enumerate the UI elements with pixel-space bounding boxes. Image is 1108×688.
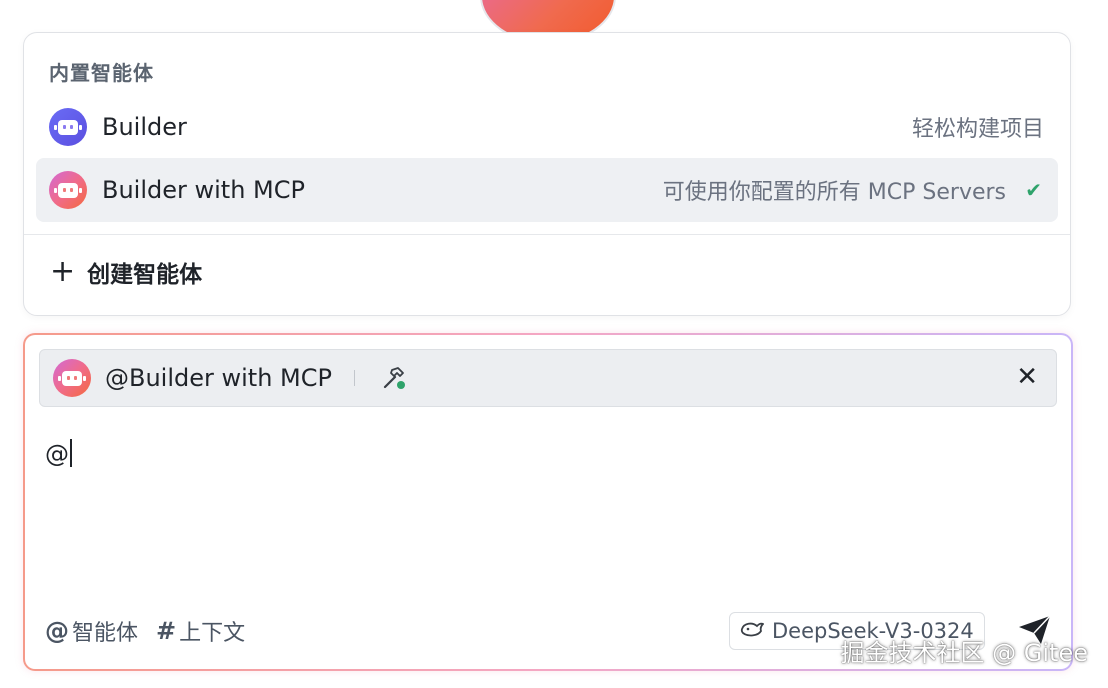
mention-agent-label: 智能体 <box>72 621 139 646</box>
separator <box>354 370 355 386</box>
selected-agent-chip: @Builder with MCP ✕ <box>39 349 1057 407</box>
selected-agent-label: @Builder with MCP <box>105 364 332 392</box>
tools-hammer-icon[interactable] <box>381 365 407 391</box>
message-input[interactable]: @ <box>45 439 72 468</box>
plus-icon: + <box>50 254 76 289</box>
create-agent-label: 创建智能体 <box>87 262 203 288</box>
create-agent-button[interactable]: + 创建智能体 <box>50 255 202 289</box>
watermark: 掘金技术社区 @ Gitee <box>840 639 1088 667</box>
chat-composer: @Builder with MCP ✕ @ @ 智能体 # 上下文 DeepSe… <box>23 333 1073 671</box>
remove-agent-close-icon[interactable]: ✕ <box>1016 364 1038 390</box>
hash-icon: # <box>156 617 177 645</box>
agent-option-builder-with-mcp[interactable]: Builder with MCP 可使用你配置的所有 MCP Servers ✔ <box>36 158 1058 222</box>
agent-description: 可使用你配置的所有 MCP Servers <box>662 180 1006 205</box>
at-icon: @ <box>45 617 69 645</box>
robot-icon <box>49 171 87 209</box>
context-label: 上下文 <box>179 621 246 646</box>
divider <box>24 234 1070 235</box>
agent-picker-popup: 内置智能体 Builder 轻松构建项目 Builder with MCP 可使… <box>23 32 1071 316</box>
typed-text: @ <box>45 440 69 468</box>
text-caret <box>70 439 72 467</box>
popup-title: 内置智能体 <box>49 61 154 85</box>
robot-icon <box>49 108 87 146</box>
deepseek-whale-icon <box>740 619 765 643</box>
mention-agent-button[interactable]: @ 智能体 <box>45 615 138 647</box>
agent-name: Builder with MCP <box>102 176 305 204</box>
robot-icon <box>53 359 91 397</box>
agent-name: Builder <box>102 113 187 141</box>
agent-description: 轻松构建项目 <box>911 117 1044 142</box>
agent-option-builder[interactable]: Builder 轻松构建项目 <box>36 95 1058 159</box>
context-button[interactable]: # 上下文 <box>156 615 245 647</box>
check-icon: ✔ <box>1025 178 1042 202</box>
